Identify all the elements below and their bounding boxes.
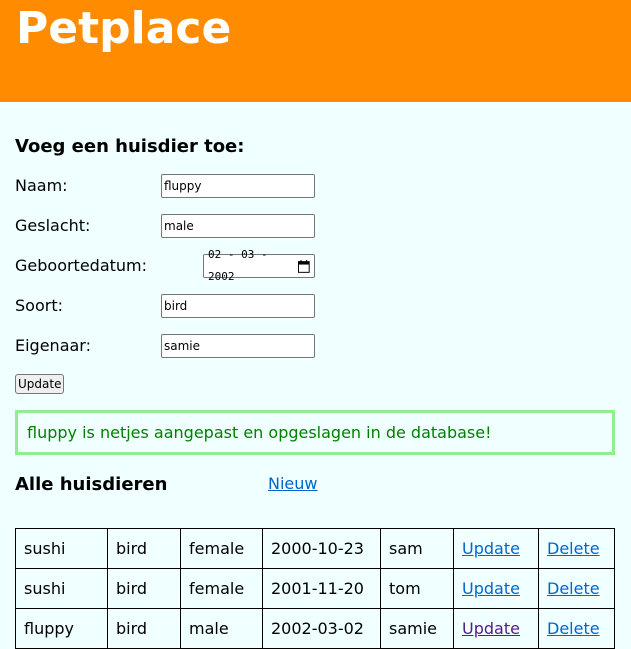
list-title: Alle huisdieren: [15, 474, 168, 495]
pet-owner-cell: samie: [380, 608, 454, 649]
site-header: Petplace: [0, 0, 631, 102]
row-update-link[interactable]: Update: [462, 619, 520, 638]
update-button[interactable]: Update: [15, 374, 65, 394]
delete-cell: Delete: [538, 528, 615, 569]
soort-label: Soort:: [15, 296, 63, 315]
row-delete-link[interactable]: Delete: [547, 619, 600, 638]
pet-owner-cell: sam: [380, 528, 454, 569]
update-cell: Update: [453, 568, 539, 609]
form-title: Voeg een huisdier toe:: [15, 136, 245, 157]
calendar-icon[interactable]: [298, 259, 310, 273]
geslacht-label: Geslacht:: [15, 216, 91, 235]
geslacht-input[interactable]: [161, 214, 315, 238]
pet-name-cell: fluppy: [15, 608, 108, 649]
success-alert: fluppy is netjes aangepast en opgeslagen…: [15, 410, 615, 455]
eigenaar-label: Eigenaar:: [15, 336, 91, 355]
update-cell: Update: [453, 528, 539, 569]
soort-input[interactable]: [161, 294, 315, 318]
table-row: fluppy bird male 2002-03-02 samie Update…: [15, 608, 615, 649]
geboortedatum-date-input[interactable]: 02 - 03 - 2002: [203, 248, 315, 283]
pet-gender-cell: female: [180, 528, 263, 569]
pet-species-cell: bird: [107, 608, 181, 649]
update-cell: Update: [453, 608, 539, 649]
row-update-link[interactable]: Update: [462, 539, 520, 558]
table-row: sushi bird female 2001-11-20 tom Update …: [15, 568, 615, 609]
pet-name-cell: sushi: [15, 568, 108, 609]
table-row: sushi bird female 2000-10-23 sam Update …: [15, 528, 615, 569]
row-delete-link[interactable]: Delete: [547, 539, 600, 558]
naam-input[interactable]: [161, 174, 315, 198]
pet-species-cell: bird: [107, 528, 181, 569]
eigenaar-input[interactable]: [161, 334, 315, 358]
site-title: Petplace: [16, 3, 232, 54]
pet-gender-cell: female: [180, 568, 263, 609]
row-update-link[interactable]: Update: [462, 579, 520, 598]
row-delete-link[interactable]: Delete: [547, 579, 600, 598]
new-pet-link[interactable]: Nieuw: [268, 474, 317, 493]
pet-birthdate-cell: 2002-03-02: [262, 608, 381, 649]
geboortedatum-label: Geboortedatum:: [15, 256, 148, 275]
delete-cell: Delete: [538, 568, 615, 609]
pet-birthdate-cell: 2001-11-20: [262, 568, 381, 609]
pet-species-cell: bird: [107, 568, 181, 609]
naam-label: Naam:: [15, 176, 68, 195]
date-value: 02 - 03 - 2002: [208, 248, 268, 283]
pet-birthdate-cell: 2000-10-23: [262, 528, 381, 569]
pet-name-cell: sushi: [15, 528, 108, 569]
delete-cell: Delete: [538, 608, 615, 649]
pet-gender-cell: male: [180, 608, 263, 649]
pet-owner-cell: tom: [380, 568, 454, 609]
